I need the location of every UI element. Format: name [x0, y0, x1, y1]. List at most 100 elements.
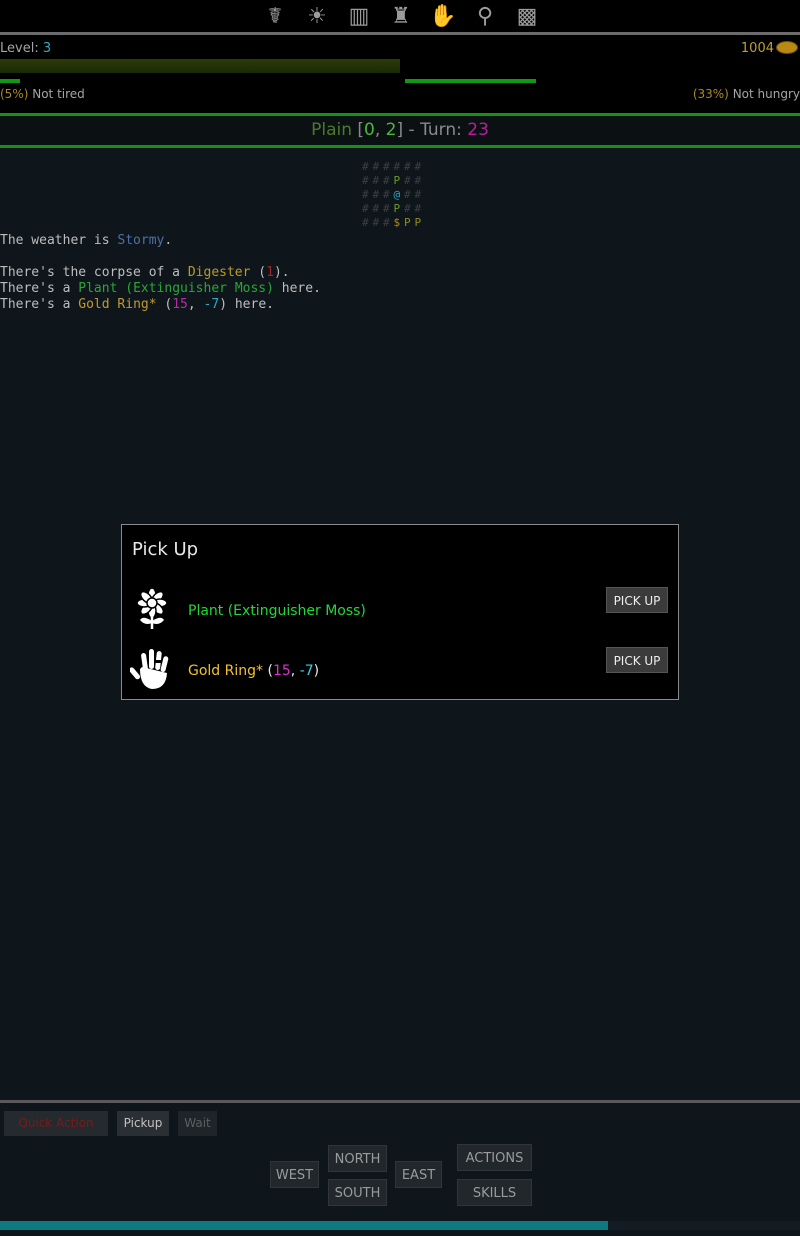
bottom-controls: Quick Action Pickup Wait WEST NORTH SOUT…	[0, 1100, 800, 1236]
stats-panel: Level: 3 1004 (5%) Not tired (33%) Not h…	[0, 35, 800, 113]
map-cell: #	[361, 160, 369, 173]
plant-name: Plant (Extinguisher Moss)	[78, 281, 274, 296]
turn-progress-bar	[0, 1221, 800, 1230]
body-icon[interactable]: ☀	[300, 1, 334, 31]
pickup-item-ring-name: Gold Ring*	[188, 663, 264, 679]
wait-button[interactable]: Wait	[178, 1111, 217, 1136]
location-divider-bottom	[0, 145, 800, 148]
pickup-item-plant[interactable]: Plant (Extinguisher Moss) PICK UP	[122, 587, 678, 637]
pickup-item-ring-text: Gold Ring* (15, -7)	[188, 663, 320, 679]
bottom-divider	[0, 1100, 800, 1103]
log-corpse: There's the corpse of a Digester (1).	[0, 265, 290, 280]
gold-amount: 1004	[740, 41, 774, 56]
hand-icon	[130, 649, 169, 689]
corpse-name: Digester	[187, 265, 251, 280]
message-log: The weather is Stormy. There's the corps…	[0, 233, 321, 313]
location-y: 2	[385, 120, 397, 140]
character-icon[interactable]: ☤	[258, 1, 292, 31]
gold-coins-icon	[776, 41, 798, 54]
map-cell: #	[361, 188, 369, 201]
map-cell: #	[372, 188, 380, 201]
map-cell: #	[382, 202, 390, 215]
turn-label: Turn:	[420, 120, 462, 140]
map-row: # # # P # #	[360, 174, 423, 188]
pickup-ring-bonus-b: -7	[299, 663, 314, 679]
corpse-count: 1	[266, 265, 274, 280]
level-display: Level: 3	[0, 41, 51, 56]
turn-value: 23	[467, 120, 489, 140]
map-cell: @	[393, 188, 401, 201]
north-button[interactable]: NORTH	[328, 1145, 387, 1172]
pickup-item-ring[interactable]: Gold Ring* (15, -7) PICK UP	[122, 647, 678, 697]
pickup-quick-button[interactable]: Pickup	[117, 1111, 169, 1136]
log-blank	[0, 249, 321, 265]
map-cell: #	[382, 174, 390, 187]
map-cell: #	[393, 160, 401, 173]
map-row: # # # $ P P	[360, 216, 423, 230]
map-cell: #	[414, 188, 422, 201]
map-cell: #	[361, 174, 369, 187]
fatigue-bar	[0, 79, 20, 83]
hunger-status: (33%) Not hungry	[693, 87, 800, 101]
map-icon[interactable]: ▩	[510, 1, 544, 31]
map-cell: P	[414, 216, 422, 229]
map-cell: #	[414, 202, 422, 215]
map-cell: #	[382, 216, 390, 229]
map-row: # # # @ # #	[360, 188, 423, 202]
quick-action-button[interactable]: Quick Action	[4, 1111, 108, 1136]
armor-icon[interactable]: ♜	[384, 1, 418, 31]
log-weather: The weather is Stormy.	[0, 233, 173, 248]
toolbar-icons: ☤ ☀ ▥ ♜ ✋ ⚲ ▩	[258, 0, 544, 32]
map-cell: #	[372, 216, 380, 229]
map-cell: P	[393, 174, 401, 187]
pickup-item-plant-name: Plant (Extinguisher Moss)	[188, 603, 366, 619]
skills-button[interactable]: SKILLS	[457, 1179, 532, 1206]
fatigue-text: Not tired	[32, 87, 85, 101]
location-bar: Plain [0, 2] - Turn: 23	[0, 116, 800, 145]
equipment-icon[interactable]: ▥	[342, 1, 376, 31]
map-cell: #	[361, 216, 369, 229]
map-cell: #	[382, 188, 390, 201]
ring-name: Gold Ring*	[78, 297, 157, 312]
pickup-ring-button[interactable]: PICK UP	[606, 647, 668, 673]
location-name: Plain	[311, 120, 352, 140]
local-map: # # # # # # # # # P # # # # # @ # # # # # P # # # # # $ P P	[360, 160, 423, 230]
fatigue-status: (5%) Not tired	[0, 87, 85, 101]
map-row: # # # P # #	[360, 202, 423, 216]
weather-value: Stormy	[117, 233, 165, 248]
map-cell: P	[403, 216, 411, 229]
map-cell: #	[414, 174, 422, 187]
map-cell: #	[372, 202, 380, 215]
pickup-plant-button[interactable]: PICK UP	[606, 587, 668, 613]
dialog-title: Pick Up	[132, 539, 199, 560]
experience-bar	[0, 59, 400, 73]
map-cell: #	[414, 160, 422, 173]
hunger-text: Not hungry	[732, 87, 800, 101]
fatigue-percent: (5%)	[0, 87, 29, 101]
map-cell: #	[372, 160, 380, 173]
map-cell: $	[393, 216, 401, 229]
log-ring: There's a Gold Ring* (15, -7) here.	[0, 297, 274, 312]
log-plant: There's a Plant (Extinguisher Moss) here…	[0, 281, 321, 296]
level-value: 3	[42, 41, 52, 56]
actions-button[interactable]: ACTIONS	[457, 1144, 532, 1171]
map-cell: #	[403, 174, 411, 187]
top-toolbar: ☤ ☀ ▥ ♜ ✋ ⚲ ▩	[0, 0, 800, 32]
pickup-dialog: Pick Up Plant (Extinguisher Moss) PICK U…	[121, 524, 679, 700]
west-button[interactable]: WEST	[270, 1161, 319, 1188]
hunger-percent: (33%)	[692, 87, 729, 101]
flower-icon	[136, 587, 168, 629]
turn-progress-fill	[0, 1221, 608, 1230]
pickup-ring-bonus-a: 15	[272, 663, 291, 679]
south-button[interactable]: SOUTH	[328, 1179, 387, 1206]
east-button[interactable]: EAST	[395, 1161, 442, 1188]
location-x: 0	[364, 120, 375, 140]
map-cell: #	[382, 160, 390, 173]
ring-bonus-a: 15	[172, 297, 188, 312]
map-cell: #	[361, 202, 369, 215]
level-label: Level:	[0, 41, 39, 56]
look-icon[interactable]: ⚲	[468, 1, 502, 31]
magic-icon[interactable]: ✋	[426, 1, 460, 31]
hunger-bar	[405, 79, 536, 83]
map-cell: #	[372, 174, 380, 187]
